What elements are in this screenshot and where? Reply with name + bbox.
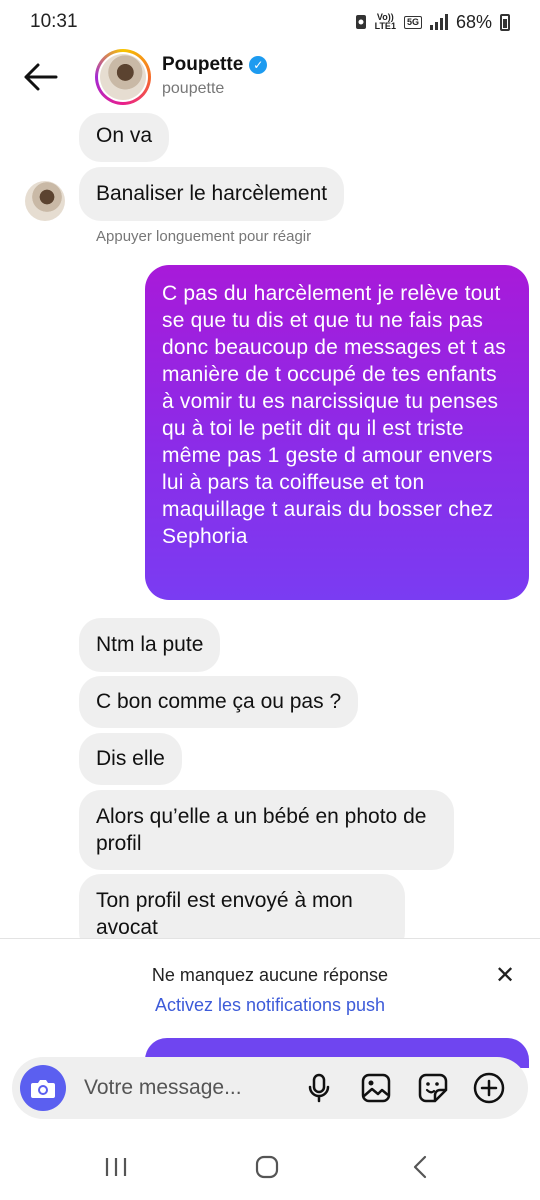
status-bar: 10:31 Vo)) LTE1 5G 68% — [0, 0, 540, 44]
message-input[interactable] — [84, 1071, 284, 1105]
nav-back-button[interactable] — [400, 1152, 440, 1182]
message-incoming[interactable]: Banaliser le harcèlement — [79, 167, 345, 221]
verified-icon: ✓ — [249, 56, 268, 74]
microphone-icon — [308, 1073, 330, 1103]
add-icon — [473, 1072, 505, 1104]
recents-button[interactable] — [96, 1152, 136, 1182]
camera-button[interactable] — [20, 1065, 66, 1111]
notification-title: Ne manquez aucune réponse — [151, 965, 389, 985]
message-incoming[interactable]: C bon comme ça ou pas ? — [79, 676, 359, 728]
volte-indicator: Vo)) LTE1 — [374, 12, 396, 31]
status-icons: Vo)) LTE1 5G 68% — [355, 12, 510, 33]
sender-avatar — [25, 181, 65, 221]
react-hint: Appuyer longuement pour réagir — [96, 228, 312, 245]
message-incoming[interactable]: Dis elle — [79, 733, 182, 785]
close-icon[interactable]: ✕ — [492, 963, 518, 989]
sticker-icon — [418, 1073, 448, 1103]
avatar-photo — [100, 54, 146, 100]
contact-handle: poupette — [162, 80, 225, 97]
battery-percent: 68% — [455, 11, 492, 32]
recents-icon — [105, 1158, 127, 1176]
chat-header: Poupette ✓ poupette — [0, 44, 540, 112]
message-incoming[interactable]: On va — [79, 113, 170, 162]
camera-icon — [31, 1080, 55, 1098]
home-button[interactable] — [247, 1152, 287, 1182]
system-nav-bar — [0, 1130, 540, 1200]
contact-name: Poupette — [162, 54, 244, 75]
message-composer — [12, 1057, 528, 1119]
message-incoming[interactable]: Alors qu’elle a un bébé en photo de prof… — [79, 790, 454, 870]
enable-push-link[interactable]: Activez les notifications push — [0, 995, 540, 1016]
push-notification-banner: Ne manquez aucune réponse Activez les no… — [0, 938, 540, 1040]
battery-icon — [500, 13, 510, 31]
gallery-button[interactable] — [359, 1071, 393, 1105]
sticker-button[interactable] — [416, 1071, 450, 1105]
home-icon — [255, 1155, 279, 1179]
nav-back-icon — [413, 1155, 427, 1179]
security-icon — [355, 15, 366, 29]
signal-icon — [429, 14, 448, 30]
message-outgoing[interactable]: C pas du harcèlement je relève tout se q… — [145, 265, 529, 600]
image-icon — [361, 1073, 391, 1103]
contact-avatar[interactable] — [95, 49, 151, 105]
back-arrow-icon[interactable] — [22, 62, 58, 92]
message-incoming[interactable]: Ntm la pute — [79, 618, 221, 672]
contact-name-row[interactable]: Poupette ✓ — [162, 54, 268, 76]
add-button[interactable] — [472, 1071, 506, 1105]
status-time: 10:31 — [30, 11, 78, 32]
microphone-button[interactable] — [302, 1071, 336, 1105]
network-gen-indicator: 5G — [403, 15, 422, 29]
